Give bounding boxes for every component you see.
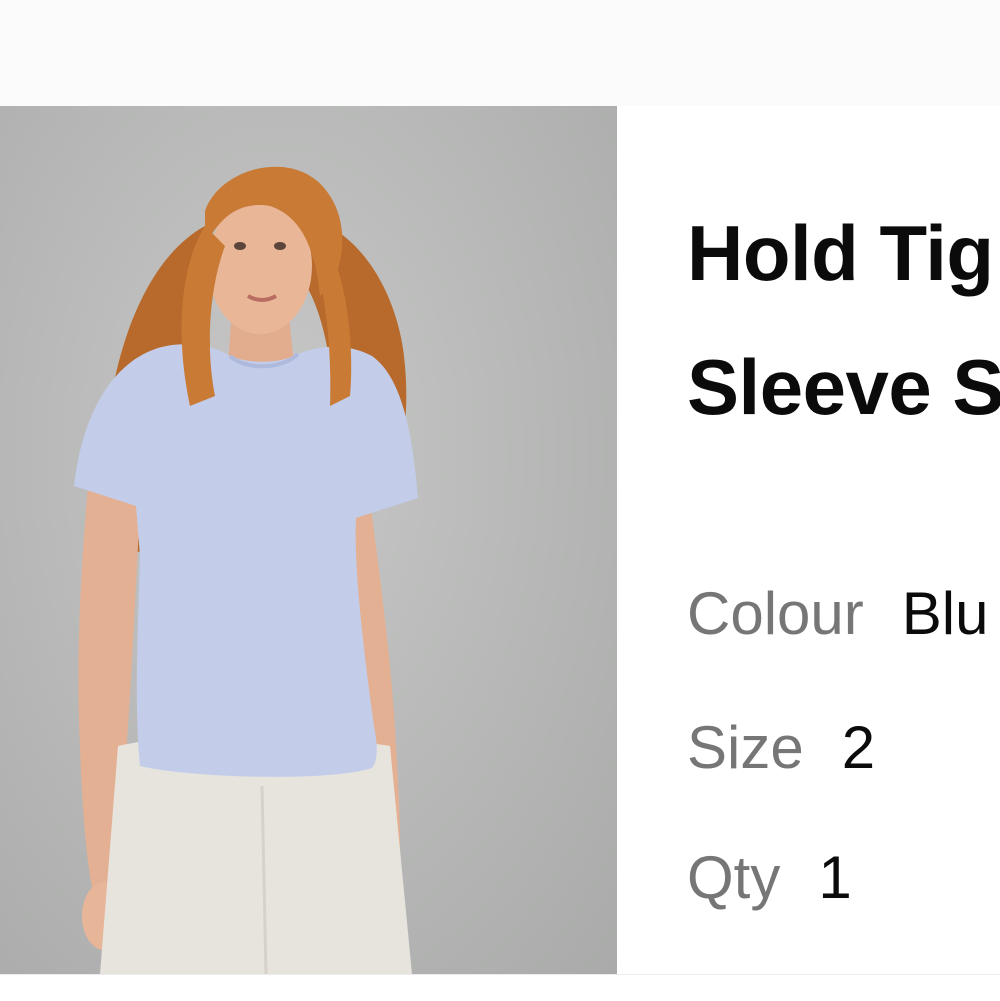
size-label: Size bbox=[687, 714, 804, 781]
size-row: Size 2 bbox=[687, 718, 875, 778]
product-title-line-1[interactable]: Hold Tig bbox=[687, 214, 994, 292]
top-bar bbox=[0, 0, 1000, 106]
qty-row: Qty 1 bbox=[687, 848, 852, 908]
size-value: 2 bbox=[841, 714, 876, 781]
colour-value: Blu bbox=[901, 580, 989, 647]
colour-row: Colour Blu bbox=[687, 584, 988, 644]
product-image[interactable] bbox=[0, 106, 617, 974]
product-details: Hold Tig Sleeve S Colour Blu Size 2 Qty 1 bbox=[617, 106, 1000, 974]
qty-value: 1 bbox=[818, 844, 852, 911]
bottom-bar bbox=[0, 974, 1000, 1001]
product-title-line-2[interactable]: Sleeve S bbox=[687, 348, 1000, 426]
model-photo bbox=[74, 166, 418, 974]
colour-label: Colour bbox=[687, 580, 864, 647]
qty-label: Qty bbox=[687, 844, 781, 911]
